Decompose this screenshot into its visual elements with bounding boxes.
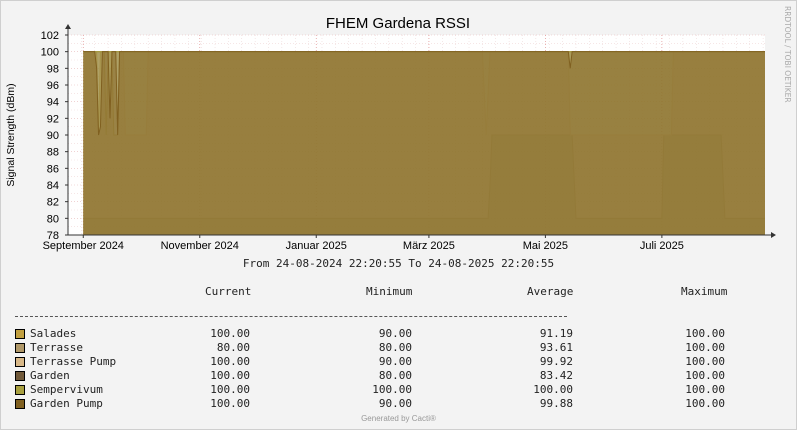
legend-row: Garden 100.00 80.00 83.42 100.00 (0, 369, 797, 383)
footer-credit: Generated by Cacti® (361, 414, 436, 423)
legend-series-name: Terrasse Pump (30, 355, 117, 368)
legend-maximum-value: 100.00 (685, 341, 725, 354)
legend-row: Terrasse Pump 100.00 90.00 99.92 100.00 (0, 355, 797, 369)
y-axis-label: Signal Strength (dBm) (5, 83, 17, 186)
legend-minimum-value: 90.00 (378, 397, 412, 410)
legend-row: Salades 100.00 90.00 91.19 100.00 (0, 327, 797, 341)
series-area-garden-pump (83, 51, 765, 235)
y-tick-label: 86 (47, 163, 59, 175)
header-maximum: Maximum (681, 285, 728, 298)
y-tick-label: 98 (47, 63, 59, 75)
legend-series-name: Garden Pump (30, 397, 103, 410)
legend-average-value: 99.92 (539, 355, 573, 368)
legend-maximum-value: 100.00 (685, 327, 725, 340)
legend-swatch (15, 399, 25, 409)
y-tick-label: 80 (47, 213, 59, 225)
time-range: From 24-08-2024 22:20:55 To 24-08-2025 2… (242, 257, 555, 270)
y-tick-label: 102 (41, 30, 59, 42)
y-tick-label: 96 (47, 80, 59, 92)
legend-maximum-value: 100.00 (685, 397, 725, 410)
x-axis-arrow (771, 232, 776, 238)
y-tick-label: 88 (47, 147, 59, 159)
x-tick-label: Januar 2025 (286, 240, 347, 252)
y-tick-label: 84 (47, 180, 59, 192)
chart-title: FHEM Gardena RSSI (326, 15, 470, 32)
legend-swatch (15, 385, 25, 395)
y-tick-label: 94 (47, 97, 59, 109)
y-tick-label: 92 (47, 113, 59, 125)
legend-series-name: Sempervivum (30, 383, 103, 396)
legend-minimum-value: 90.00 (378, 355, 412, 368)
x-tick-label: Mai 2025 (523, 240, 568, 252)
legend-maximum-value: 100.00 (685, 383, 725, 396)
header-current: Current (205, 285, 252, 298)
legend-header-row: Current Minimum Average Maximum (0, 285, 797, 299)
legend-series-name: Garden (30, 369, 70, 382)
y-tick-label: 82 (47, 197, 59, 209)
legend-minimum-value: 90.00 (378, 327, 412, 340)
header-average: Average (527, 285, 574, 298)
x-tick-label: März 2025 (403, 240, 455, 252)
legend-swatch (15, 357, 25, 367)
y-tick-labels: 7880828486889092949698100102 (41, 30, 68, 242)
legend-swatch (15, 329, 25, 339)
x-tick-label: September 2024 (43, 240, 124, 252)
legend-average-value: 91.19 (539, 327, 573, 340)
series-areas (83, 51, 765, 235)
legend-current-value: 100.00 (210, 327, 250, 340)
y-axis-arrow (65, 24, 71, 29)
legend-maximum-value: 100.00 (685, 369, 725, 382)
legend-series-name: Terrasse (30, 341, 83, 354)
legend-row: Terrasse 80.00 80.00 93.61 100.00 (0, 341, 797, 355)
legend-rule (15, 316, 567, 317)
legend-minimum-value: 80.00 (378, 369, 412, 382)
legend-current-value: 100.00 (210, 383, 250, 396)
legend-swatch (15, 343, 25, 353)
x-tick-label: Juli 2025 (640, 240, 684, 252)
legend-series-name: Salades (30, 327, 77, 340)
rrdtool-watermark: RRDTOOL / TOBI OETIKER (783, 6, 792, 103)
legend-average-value: 99.88 (539, 397, 573, 410)
legend-current-value: 80.00 (216, 341, 250, 354)
y-tick-label: 100 (41, 47, 59, 59)
legend-swatch (15, 371, 25, 381)
y-tick-label: 90 (47, 130, 59, 142)
legend-current-value: 100.00 (210, 397, 250, 410)
legend-row: Sempervivum 100.00 100.00 100.00 100.00 (0, 383, 797, 397)
legend-current-value: 100.00 (210, 355, 250, 368)
legend-minimum-value: 100.00 (372, 383, 412, 396)
legend-average-value: 93.61 (539, 341, 573, 354)
x-tick-label: November 2024 (161, 240, 239, 252)
x-tick-labels: September 2024 November 2024 Januar 2025 Mä… (43, 235, 684, 252)
legend-maximum-value: 100.00 (685, 355, 725, 368)
legend-current-value: 100.00 (210, 369, 250, 382)
legend-minimum-value: 80.00 (378, 341, 412, 354)
header-minimum: Minimum (366, 285, 413, 298)
legend-average-value: 83.42 (539, 369, 573, 382)
legend-row: Garden Pump 100.00 90.00 99.88 100.00 (0, 397, 797, 411)
legend-average-value: 100.00 (533, 383, 573, 396)
